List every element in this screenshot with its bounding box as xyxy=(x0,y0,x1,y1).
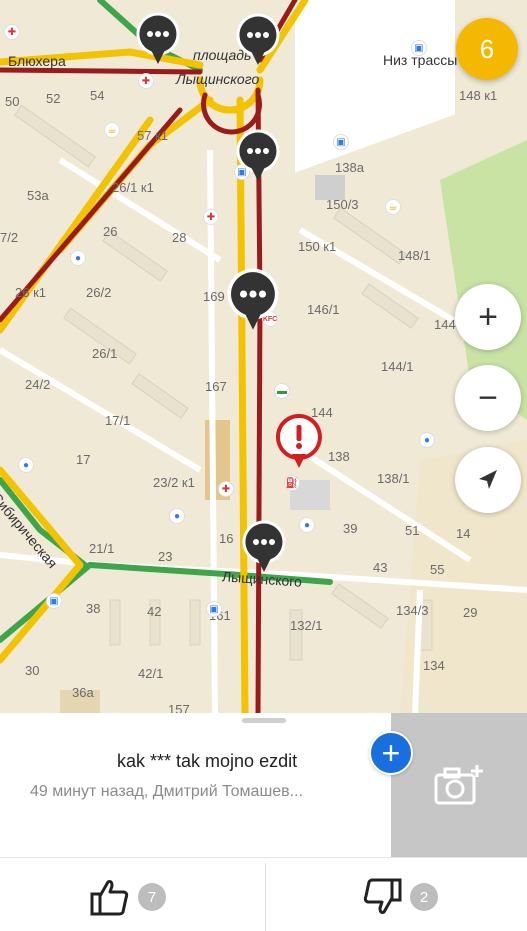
house-number: 138/1 xyxy=(377,471,410,486)
house-number: 150/3 xyxy=(326,197,359,212)
hotel-icon[interactable]: ▬ xyxy=(274,383,290,399)
bus-stop-icon[interactable]: ▣ xyxy=(46,593,62,609)
event-meta-text: 49 минут назад, Дмитрий Томашев... xyxy=(30,783,304,800)
location-pin-icon[interactable]: ● xyxy=(419,432,435,448)
my-location-button[interactable] xyxy=(455,447,521,513)
house-number: 28 xyxy=(172,230,187,245)
zoom-out-button[interactable]: − xyxy=(455,365,521,431)
house-number: 138а xyxy=(335,160,364,175)
location-pin-icon[interactable]: ● xyxy=(18,457,34,473)
road-event-chat-icon[interactable] xyxy=(236,13,280,67)
house-number: 51 xyxy=(405,523,420,538)
hospital-icon[interactable]: ✚ xyxy=(218,481,234,497)
road-event-chat-icon[interactable] xyxy=(136,12,180,66)
house-number: 17/1 xyxy=(105,413,131,428)
bus-stop-icon[interactable]: ▣ xyxy=(411,40,427,56)
minus-icon: − xyxy=(478,379,498,417)
road-warning-icon[interactable] xyxy=(276,414,322,470)
location-pin-icon[interactable]: ● xyxy=(169,508,185,524)
house-number: 39 xyxy=(343,521,358,536)
house-number: 26 xyxy=(103,224,118,239)
house-number: 17 xyxy=(76,452,91,467)
house-number: 134/3 xyxy=(396,603,429,618)
house-number: 26/1 xyxy=(92,346,118,361)
add-comment-button[interactable]: + xyxy=(369,731,413,775)
event-comment-text: kak *** tak mojno ezdit xyxy=(117,751,298,771)
house-number: 7/2 xyxy=(0,230,19,245)
fuel-station-icon[interactable]: ⛽ xyxy=(284,475,300,491)
divider xyxy=(0,857,527,858)
navigation-arrow-icon xyxy=(479,470,497,489)
hospital-icon[interactable]: ✚ xyxy=(203,209,219,225)
house-number: 54 xyxy=(90,88,105,103)
dislike-button[interactable]: 2 xyxy=(362,878,438,916)
house-number: 53а xyxy=(27,188,49,203)
house-number: 167 xyxy=(205,379,227,394)
house-number: 57 к1 xyxy=(137,128,168,143)
house-number: 26/1 к1 xyxy=(112,180,154,195)
house-number: 134 xyxy=(423,658,445,673)
plus-icon: + xyxy=(478,298,498,336)
house-number: 144/1 xyxy=(381,359,414,374)
house-number: 23/2 к1 xyxy=(153,475,195,490)
dislike-count: 2 xyxy=(410,883,438,911)
thumbs-down-icon xyxy=(363,878,402,914)
house-number: 146/1 xyxy=(307,302,340,317)
house-number: 148 к1 xyxy=(459,88,498,103)
house-number: 55 xyxy=(430,562,445,577)
cafe-icon[interactable]: ☕ xyxy=(104,122,120,138)
house-number: 26/2 xyxy=(86,285,112,300)
house-number: 42/1 xyxy=(138,666,164,681)
location-pin-icon[interactable]: ● xyxy=(70,250,86,266)
house-number: 29 xyxy=(463,605,478,620)
house-number: 38 xyxy=(86,601,101,616)
house-number: 148/1 xyxy=(398,248,431,263)
traffic-level-badge[interactable]: 6 xyxy=(456,18,518,80)
house-number: 150 к1 xyxy=(298,239,337,254)
road-event-chat-icon-selected[interactable] xyxy=(226,268,280,332)
road-event-chat-icon[interactable] xyxy=(242,520,286,574)
street-label-lyshchinskogo-top: Лыщинского xyxy=(176,71,260,87)
map-view[interactable]: Блюхера площадь Лыщинского Лыщинского Си… xyxy=(0,0,527,715)
house-number: 23 xyxy=(158,549,173,564)
hospital-icon[interactable]: ✚ xyxy=(138,73,154,89)
like-count: 7 xyxy=(138,883,166,911)
location-pin-icon[interactable]: ● xyxy=(299,517,315,533)
house-number: 30 xyxy=(25,663,40,678)
like-button[interactable]: 7 xyxy=(90,878,166,916)
house-number: 16 xyxy=(219,531,234,546)
thumbs-up-icon xyxy=(90,880,129,916)
house-number: 21/1 xyxy=(89,541,115,556)
road-event-chat-icon[interactable] xyxy=(236,129,280,183)
house-number: 138 xyxy=(328,449,350,464)
house-number: 36а xyxy=(72,685,94,700)
zoom-in-button[interactable]: + xyxy=(455,284,521,350)
house-number: 132/1 xyxy=(290,618,323,633)
house-number: 42 xyxy=(147,604,162,619)
house-number: 14 xyxy=(456,526,471,541)
house-number: 50 xyxy=(5,94,20,109)
street-label-blyukhera: Блюхера xyxy=(8,53,66,69)
event-detail-sheet: kak *** tak mojno ezdit 49 минут назад, … xyxy=(0,713,527,931)
house-number: 52 xyxy=(46,91,61,106)
house-number: 43 xyxy=(373,560,388,575)
house-number: 144 xyxy=(434,317,456,332)
house-number: 24/2 xyxy=(25,377,51,392)
add-photo-panel[interactable] xyxy=(391,713,527,857)
sheet-drag-handle[interactable] xyxy=(242,718,286,723)
bus-stop-icon[interactable]: ▣ xyxy=(206,601,222,617)
map-canvas xyxy=(0,0,527,715)
camera-add-icon xyxy=(434,765,483,805)
bus-stop-icon[interactable]: ▣ xyxy=(333,134,349,150)
cafe-icon[interactable]: ☕ xyxy=(385,199,401,215)
divider xyxy=(265,863,266,931)
hospital-icon[interactable]: ✚ xyxy=(4,24,20,40)
house-number: 169 xyxy=(203,289,225,304)
house-number: 26 к1 xyxy=(15,285,46,300)
